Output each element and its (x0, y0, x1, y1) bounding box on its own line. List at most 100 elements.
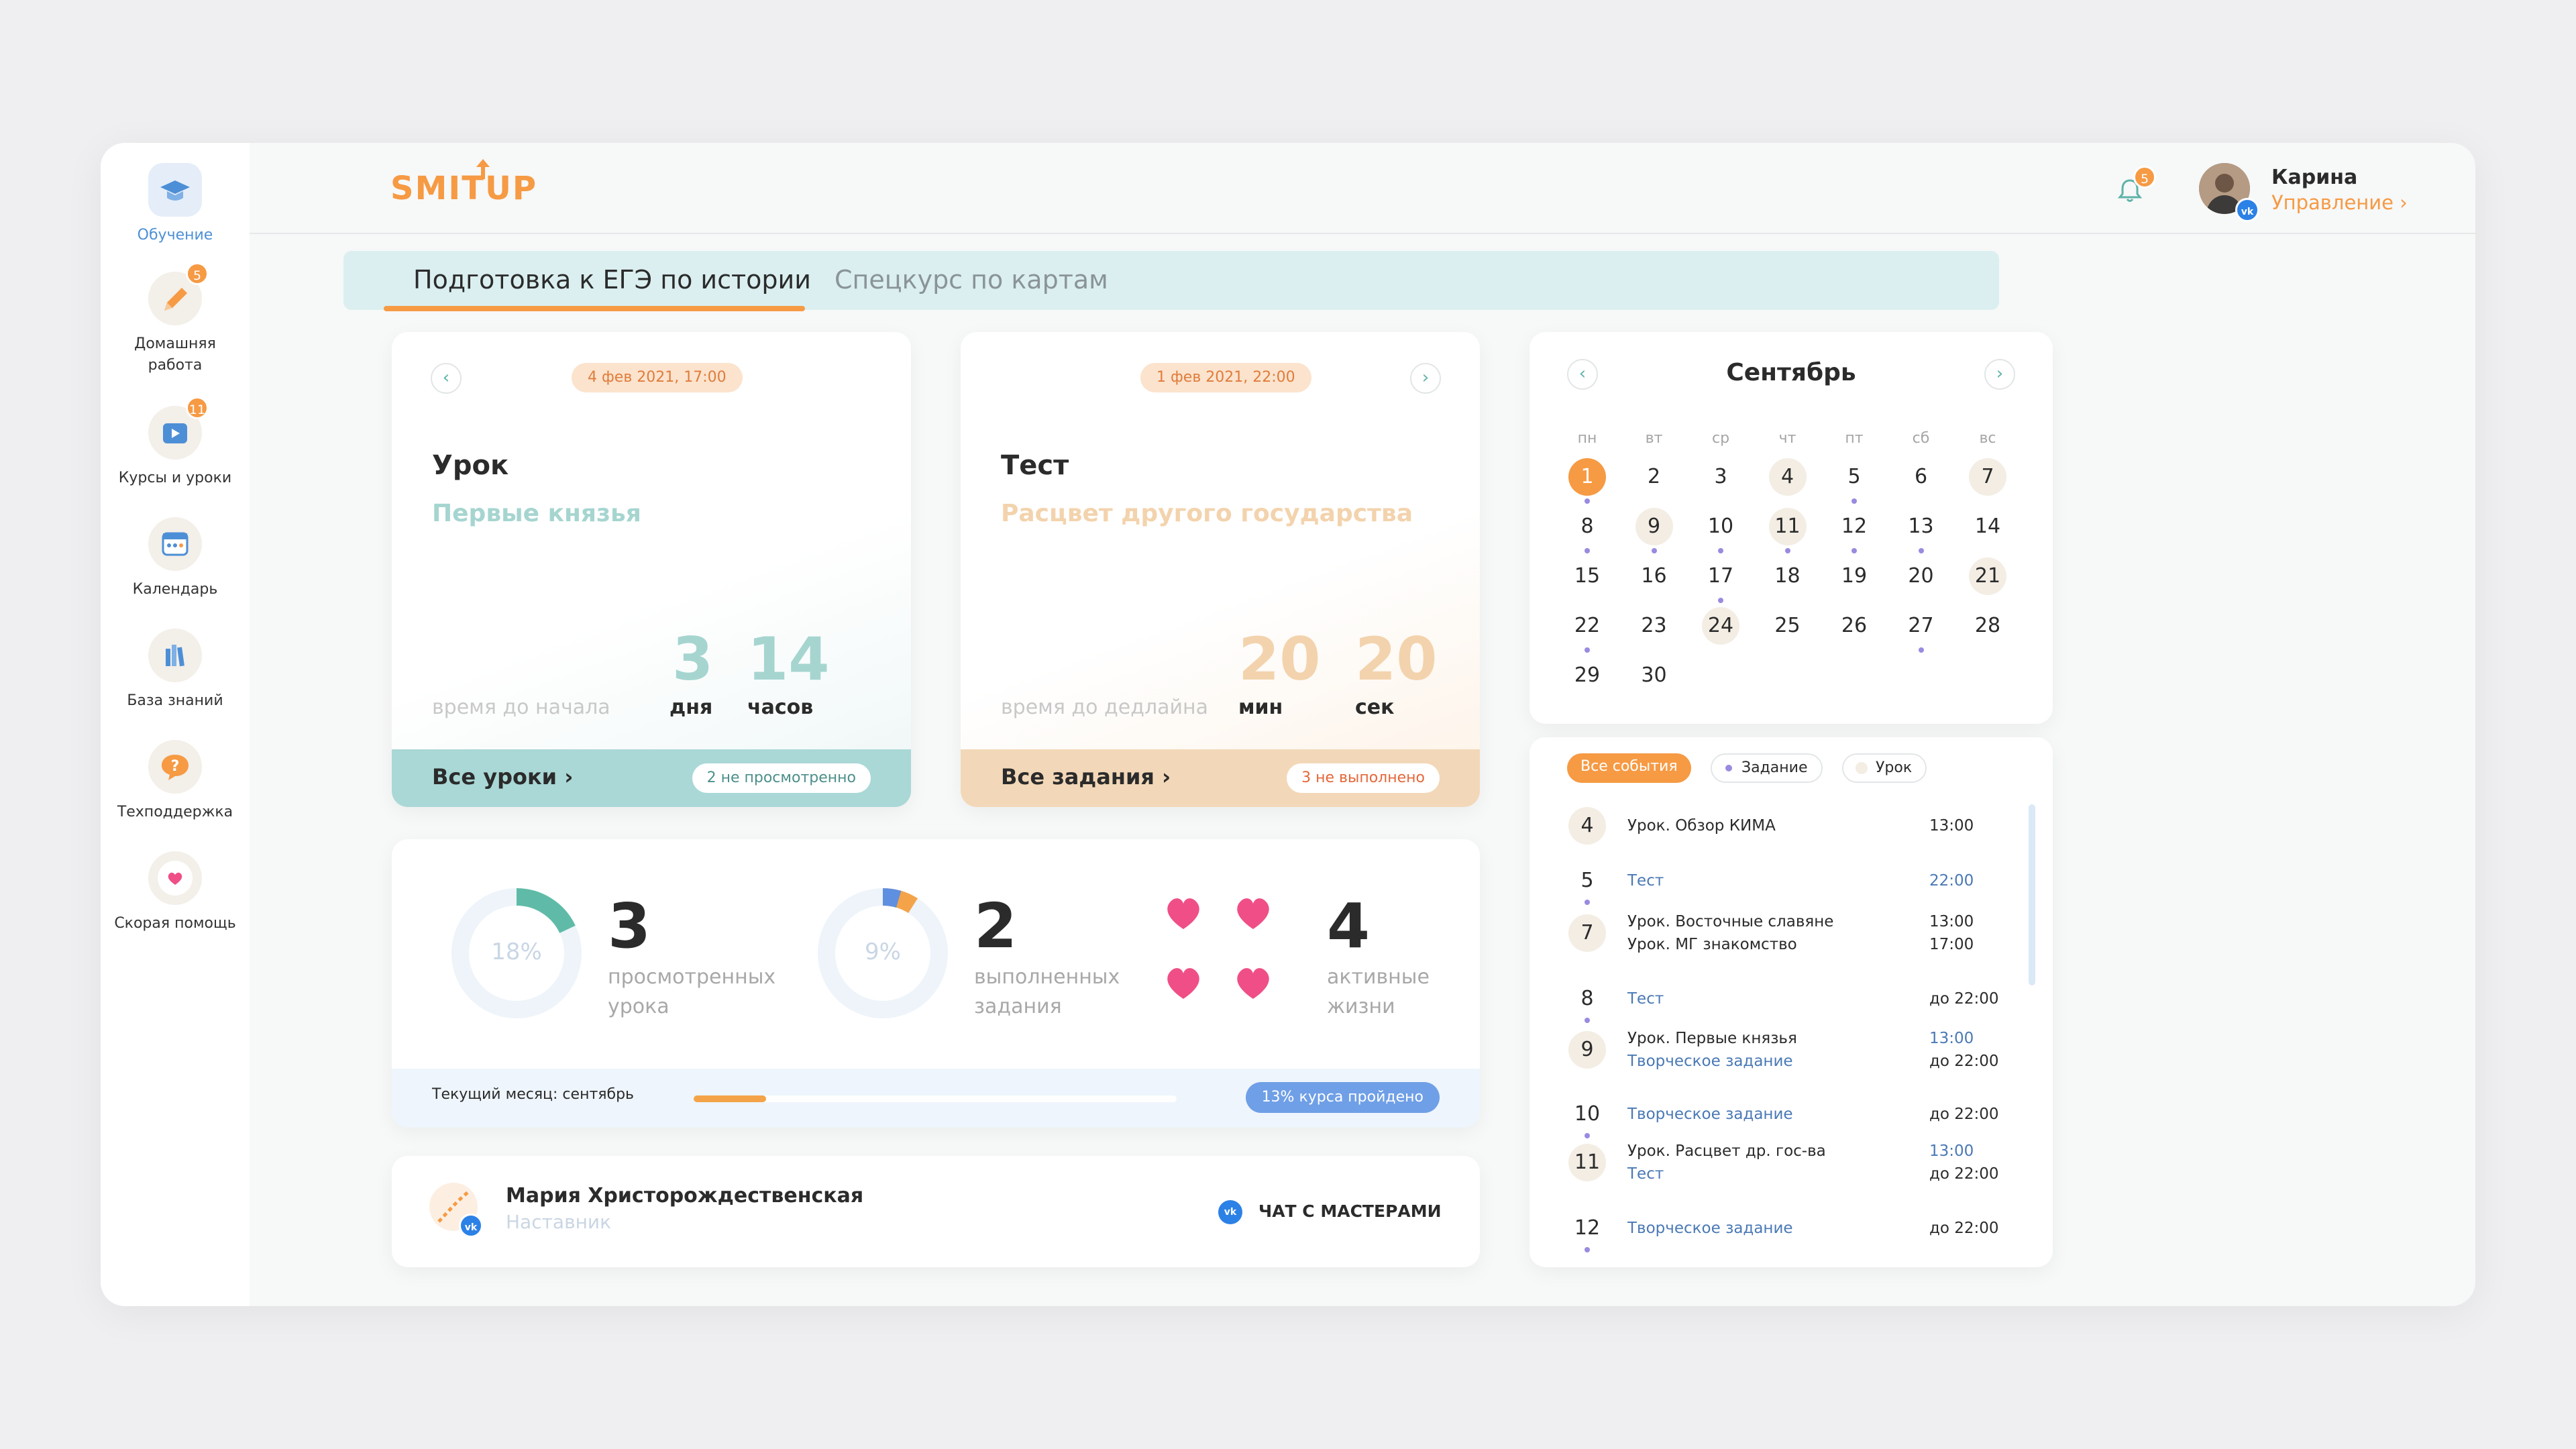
calendar-day[interactable]: 7 (1969, 458, 2006, 496)
test-subtitle[interactable]: Расцвет другого государства (1001, 500, 1413, 527)
calendar-day[interactable]: 14 (1969, 508, 2006, 545)
user-manage-link[interactable]: Управление › (2271, 191, 2408, 214)
calendar-day[interactable]: 24 (1702, 607, 1739, 645)
countdown-seconds-unit: сек (1355, 696, 1395, 719)
calendar-day[interactable]: 17 (1702, 557, 1739, 595)
sidebar-item-calendar[interactable]: Календарь (101, 517, 250, 600)
mentor-card: vk Мария Христорождественская Наставник … (392, 1156, 1480, 1267)
filter-tasks[interactable]: Задание (1711, 753, 1823, 783)
calendar-day[interactable]: 15 (1568, 557, 1606, 595)
countdown-minutes: 20 (1238, 625, 1321, 694)
event-title[interactable]: Урок. Расцвет др. гос-ва (1627, 1140, 1826, 1163)
calendar-day[interactable]: 6 (1902, 458, 1940, 496)
countdown-days: 3 (672, 625, 714, 694)
sidebar-item-emergency[interactable]: Скорая помощь (101, 851, 250, 934)
vk-icon: vk (2235, 198, 2259, 222)
test-card: 1 фев 2021, 22:00 › Тест Расцвет другого… (961, 332, 1480, 807)
filter-all-events[interactable]: Все события (1567, 753, 1691, 783)
all-tasks-label: Все задания (1001, 764, 1155, 790)
all-lessons-link[interactable]: Все уроки › (432, 764, 573, 790)
event-title[interactable]: Урок. МГ знакомство (1627, 933, 1797, 956)
event-dot (1585, 900, 1590, 905)
heart-icon (1237, 968, 1269, 999)
calendar-day[interactable]: 9 (1635, 508, 1673, 545)
events-scrollbar[interactable] (2029, 804, 2035, 985)
calendar-day[interactable]: 2 (1635, 458, 1673, 496)
notifications-button[interactable]: 5 (2113, 166, 2156, 207)
event-dot (1918, 548, 1924, 553)
calendar-day[interactable]: 21 (1969, 557, 2006, 595)
event-day: 7 (1568, 914, 1606, 952)
sidebar-item-knowledge-base[interactable]: База знаний (101, 629, 250, 712)
next-month-button[interactable]: › (1984, 359, 2015, 390)
event-dot (1718, 548, 1723, 553)
calendar-day[interactable]: 25 (1769, 607, 1807, 645)
event-time: до 22:00 (1929, 1165, 1999, 1183)
calendar-month: Сентябрь (1726, 359, 1856, 386)
calendar-day[interactable]: 1 (1568, 458, 1606, 496)
event-day: 8 (1580, 987, 1594, 1010)
calendar-day[interactable]: 4 (1768, 458, 1807, 496)
course-tabs: Подготовка к ЕГЭ по истории Спецкурс по … (343, 251, 1999, 311)
calendar-day[interactable]: 29 (1568, 657, 1606, 694)
lives-hearts (1167, 898, 1269, 999)
lives-label-2: жизни (1327, 995, 1395, 1018)
event-title[interactable]: Урок. Первые князья (1627, 1027, 1797, 1050)
calendar-day[interactable]: 10 (1702, 508, 1739, 545)
event-title[interactable]: Тест (1627, 869, 1664, 892)
calendar-day[interactable]: 28 (1969, 607, 2006, 645)
calendar-day[interactable]: 27 (1902, 607, 1940, 645)
event-title[interactable]: Тест (1627, 1163, 1664, 1185)
active-tab-indicator (384, 306, 805, 311)
calendar-day[interactable]: 30 (1635, 657, 1673, 694)
event-dot (1585, 498, 1590, 504)
calendar-day[interactable]: 11 (1768, 508, 1807, 545)
sidebar: Обучение 5 Домашняя работа 11 Курсы и ур… (101, 143, 250, 1306)
all-tasks-link[interactable]: Все задания › (1001, 764, 1171, 790)
event-title[interactable]: Творческое задание (1627, 1217, 1793, 1240)
calendar-day[interactable]: 5 (1835, 458, 1873, 496)
countdown-seconds: 20 (1355, 625, 1438, 694)
tab-history-exam[interactable]: Подготовка к ЕГЭ по истории (413, 263, 811, 297)
sidebar-item-label: Домашняя работа (134, 335, 216, 374)
event-title[interactable]: Тест (1627, 987, 1664, 1010)
event-title[interactable]: Творческое задание (1627, 1050, 1793, 1073)
calendar-day[interactable]: 13 (1902, 508, 1940, 545)
event-dot (1651, 548, 1657, 553)
event-time: до 22:00 (1929, 1220, 1999, 1237)
next-test-button[interactable]: › (1410, 363, 1441, 394)
done-percent: 9% (865, 938, 901, 965)
lives-label-1: активные (1327, 965, 1430, 989)
lesson-subtitle[interactable]: Первые князья (432, 500, 641, 527)
calendar-day[interactable]: 3 (1702, 458, 1739, 496)
calendar-day[interactable]: 19 (1835, 557, 1873, 595)
done-count: 2 (974, 890, 1018, 962)
filter-lessons-label: Урок (1876, 759, 1913, 776)
notifications-badge: 5 (2133, 166, 2156, 189)
lesson-dot-icon (1856, 762, 1868, 774)
filter-lessons[interactable]: Урок (1842, 753, 1927, 783)
logo[interactable]: SMITUP (390, 159, 538, 217)
sidebar-item-homework[interactable]: 5 Домашняя работа (101, 262, 250, 376)
event-title[interactable]: Творческое задание (1627, 1103, 1793, 1126)
calendar-day[interactable]: 22 (1568, 607, 1606, 645)
calendar-day[interactable]: 20 (1902, 557, 1940, 595)
sidebar-item-courses[interactable]: 11 Курсы и уроки (101, 396, 250, 489)
sidebar-item-support[interactable]: ? Техподдержка (101, 740, 250, 823)
calendar-day[interactable]: 18 (1769, 557, 1807, 595)
calendar-day[interactable]: 16 (1635, 557, 1673, 595)
event-title[interactable]: Урок. Обзор КИМА (1627, 814, 1776, 837)
viewed-label-1: просмотренных (608, 965, 776, 989)
calendar-day[interactable]: 26 (1835, 607, 1873, 645)
event-title[interactable]: Урок. Восточные славяне (1627, 910, 1833, 933)
graduation-cap-icon (148, 163, 202, 217)
prev-lesson-button[interactable]: ‹ (431, 363, 462, 394)
vk-icon: vk (459, 1214, 483, 1238)
calendar-day[interactable]: 8 (1568, 508, 1606, 545)
sidebar-item-label: Обучение (137, 227, 213, 244)
sidebar-item-learning[interactable]: Обучение (101, 163, 250, 246)
calendar-day[interactable]: 12 (1835, 508, 1873, 545)
calendar-day[interactable]: 23 (1635, 607, 1673, 645)
logo-text: SMITUP (390, 170, 538, 207)
tab-map-course[interactable]: Спецкурс по картам (835, 263, 1108, 297)
